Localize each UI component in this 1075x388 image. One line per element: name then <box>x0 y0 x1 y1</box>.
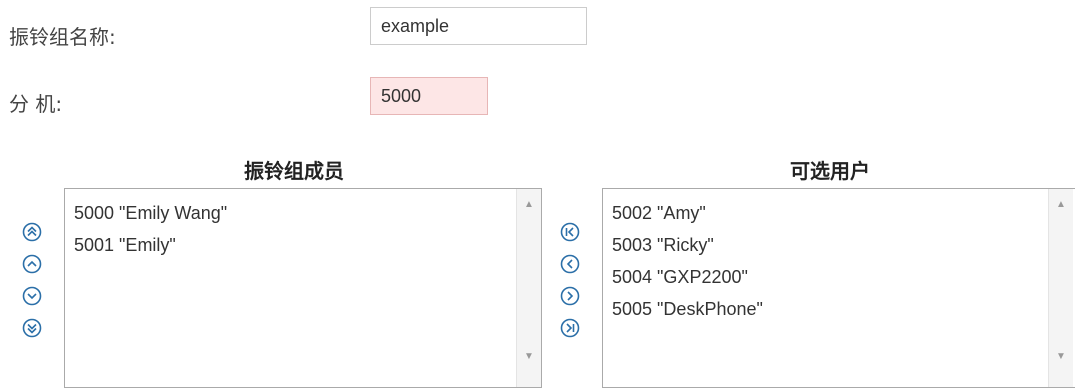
members-scrollbar[interactable]: ▲ ▼ <box>516 189 541 387</box>
list-item[interactable]: 5003 "Ricky" <box>612 229 763 261</box>
list-item[interactable]: 5005 "DeskPhone" <box>612 293 763 325</box>
members-list: 5000 "Emily Wang" 5001 "Emily" <box>74 197 227 261</box>
members-title: 振铃组成员 <box>244 159 344 183</box>
scroll-up-arrow-icon[interactable]: ▲ <box>517 195 541 215</box>
group-name-input[interactable] <box>370 7 587 45</box>
extension-input[interactable] <box>370 77 488 115</box>
available-listbox[interactable]: 5002 "Amy" 5003 "Ricky" 5004 "GXP2200" 5… <box>602 188 1075 388</box>
members-listbox[interactable]: 5000 "Emily Wang" 5001 "Emily" ▲ ▼ <box>64 188 542 388</box>
move-down-icon[interactable] <box>22 286 42 306</box>
scroll-down-arrow-icon[interactable]: ▼ <box>517 347 541 367</box>
move-all-left-icon[interactable] <box>560 222 580 242</box>
list-item[interactable]: 5004 "GXP2200" <box>612 261 763 293</box>
available-scrollbar[interactable]: ▲ ▼ <box>1048 189 1073 387</box>
extension-label: 分 机: <box>9 92 63 116</box>
scroll-up-arrow-icon[interactable]: ▲ <box>1049 195 1073 215</box>
move-up-icon[interactable] <box>22 254 42 274</box>
group-name-label: 振铃组名称: <box>9 25 116 49</box>
member-order-controls <box>22 222 42 350</box>
available-list: 5002 "Amy" 5003 "Ricky" 5004 "GXP2200" 5… <box>612 197 763 325</box>
move-top-icon[interactable] <box>22 222 42 242</box>
move-left-icon[interactable] <box>560 254 580 274</box>
list-item[interactable]: 5001 "Emily" <box>74 229 227 261</box>
move-all-right-icon[interactable] <box>560 318 580 338</box>
transfer-controls <box>560 222 580 350</box>
move-bottom-icon[interactable] <box>22 318 42 338</box>
list-item[interactable]: 5000 "Emily Wang" <box>74 197 227 229</box>
scroll-down-arrow-icon[interactable]: ▼ <box>1049 347 1073 367</box>
available-title: 可选用户 <box>790 159 870 183</box>
list-item[interactable]: 5002 "Amy" <box>612 197 763 229</box>
move-right-icon[interactable] <box>560 286 580 306</box>
